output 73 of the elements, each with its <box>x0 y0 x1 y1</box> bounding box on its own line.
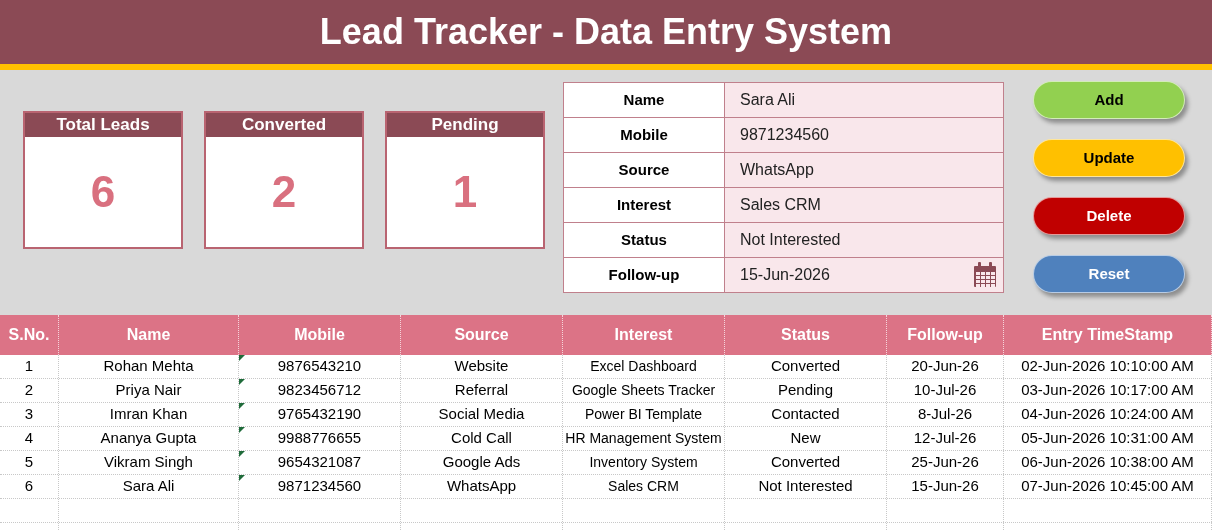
field-label: Source <box>618 159 670 180</box>
column-header: Source <box>401 315 563 355</box>
table-cell: 8-Jul-26 <box>887 403 1004 426</box>
column-header: Status <box>725 315 887 355</box>
table-cell: WhatsApp <box>401 475 563 498</box>
table-cell: 9765432190 <box>239 403 401 426</box>
action-button[interactable]: Update <box>1033 139 1185 177</box>
table-cell: 10-Jul-26 <box>887 379 1004 402</box>
input-field[interactable]: Sara Ali <box>725 83 1003 117</box>
table-cell: Cold Call <box>401 427 563 450</box>
table-cell: Sales CRM <box>563 475 725 498</box>
table-cell: 4 <box>0 427 59 450</box>
table-cell: 9871234560 <box>239 475 401 498</box>
table-cell: 12-Jul-26 <box>887 427 1004 450</box>
column-header: S.No. <box>0 315 59 355</box>
table-cell: 6 <box>0 475 59 498</box>
table-cell: Website <box>401 355 563 378</box>
stat-label: Total Leads <box>56 114 150 137</box>
table-cell: 5 <box>0 451 59 474</box>
table-cell: 02-Jun-2026 10:10:00 AM <box>1004 355 1212 378</box>
action-button[interactable]: Reset <box>1033 255 1185 293</box>
column-header: Name <box>59 315 239 355</box>
field-label: Mobile <box>620 124 668 145</box>
stat-value: 1 <box>452 166 478 218</box>
stat-value: 6 <box>90 166 116 218</box>
table-cell: 20-Jun-26 <box>887 355 1004 378</box>
input-field[interactable]: 15-Jun-2026 <box>725 258 1003 292</box>
action-button[interactable]: Add <box>1033 81 1185 119</box>
table-cell: Contacted <box>725 403 887 426</box>
table-cell: 3 <box>0 403 59 426</box>
calendar-icon[interactable] <box>973 262 997 288</box>
table-cell: 25-Jun-26 <box>887 451 1004 474</box>
field-label: Status <box>621 229 667 250</box>
page-title: Lead Tracker - Data Entry System <box>319 10 893 54</box>
field-label: Follow-up <box>608 264 680 285</box>
table-cell: Converted <box>725 355 887 378</box>
action-button[interactable]: Delete <box>1033 197 1185 235</box>
table-cell: Excel Dashboard <box>563 355 725 378</box>
table-cell: 06-Jun-2026 10:38:00 AM <box>1004 451 1212 474</box>
table-cell: 2 <box>0 379 59 402</box>
table-cell: 04-Jun-2026 10:24:00 AM <box>1004 403 1212 426</box>
table-cell: New <box>725 427 887 450</box>
table-cell: 9876543210 <box>239 355 401 378</box>
table-cell: 9654321087 <box>239 451 401 474</box>
table-cell: Inventory System <box>563 451 725 474</box>
table-cell: 9823456712 <box>239 379 401 402</box>
table-cell: Power BI Template <box>563 403 725 426</box>
column-header: Entry TimeStamp <box>1004 315 1212 355</box>
table-cell: Social Media <box>401 403 563 426</box>
field-label: Name <box>623 89 665 110</box>
table-cell: 03-Jun-2026 10:17:00 AM <box>1004 379 1212 402</box>
column-header: Interest <box>563 315 725 355</box>
table-cell: 07-Jun-2026 10:45:00 AM <box>1004 475 1212 498</box>
table-cell: Google Ads <box>401 451 563 474</box>
table-cell: 9988776655 <box>239 427 401 450</box>
table-cell: Google Sheets Tracker <box>563 379 725 402</box>
input-field[interactable]: Not Interested <box>725 223 1003 257</box>
input-field[interactable]: 9871234560 <box>725 118 1003 152</box>
column-header: Follow-up <box>887 315 1004 355</box>
table-cell: Converted <box>725 451 887 474</box>
table-cell: HR Management System <box>563 427 725 450</box>
table-cell: Not Interested <box>725 475 887 498</box>
field-label: Interest <box>616 194 672 215</box>
stat-value: 2 <box>271 166 297 218</box>
table-cell: 1 <box>0 355 59 378</box>
input-field[interactable]: WhatsApp <box>725 153 1003 187</box>
input-field[interactable]: Sales CRM <box>725 188 1003 222</box>
stat-label: Pending <box>431 114 499 137</box>
table-cell: Referral <box>401 379 563 402</box>
stat-label: Converted <box>241 114 327 137</box>
table-cell: 05-Jun-2026 10:31:00 AM <box>1004 427 1212 450</box>
table-cell: Pending <box>725 379 887 402</box>
table-cell: 15-Jun-26 <box>887 475 1004 498</box>
